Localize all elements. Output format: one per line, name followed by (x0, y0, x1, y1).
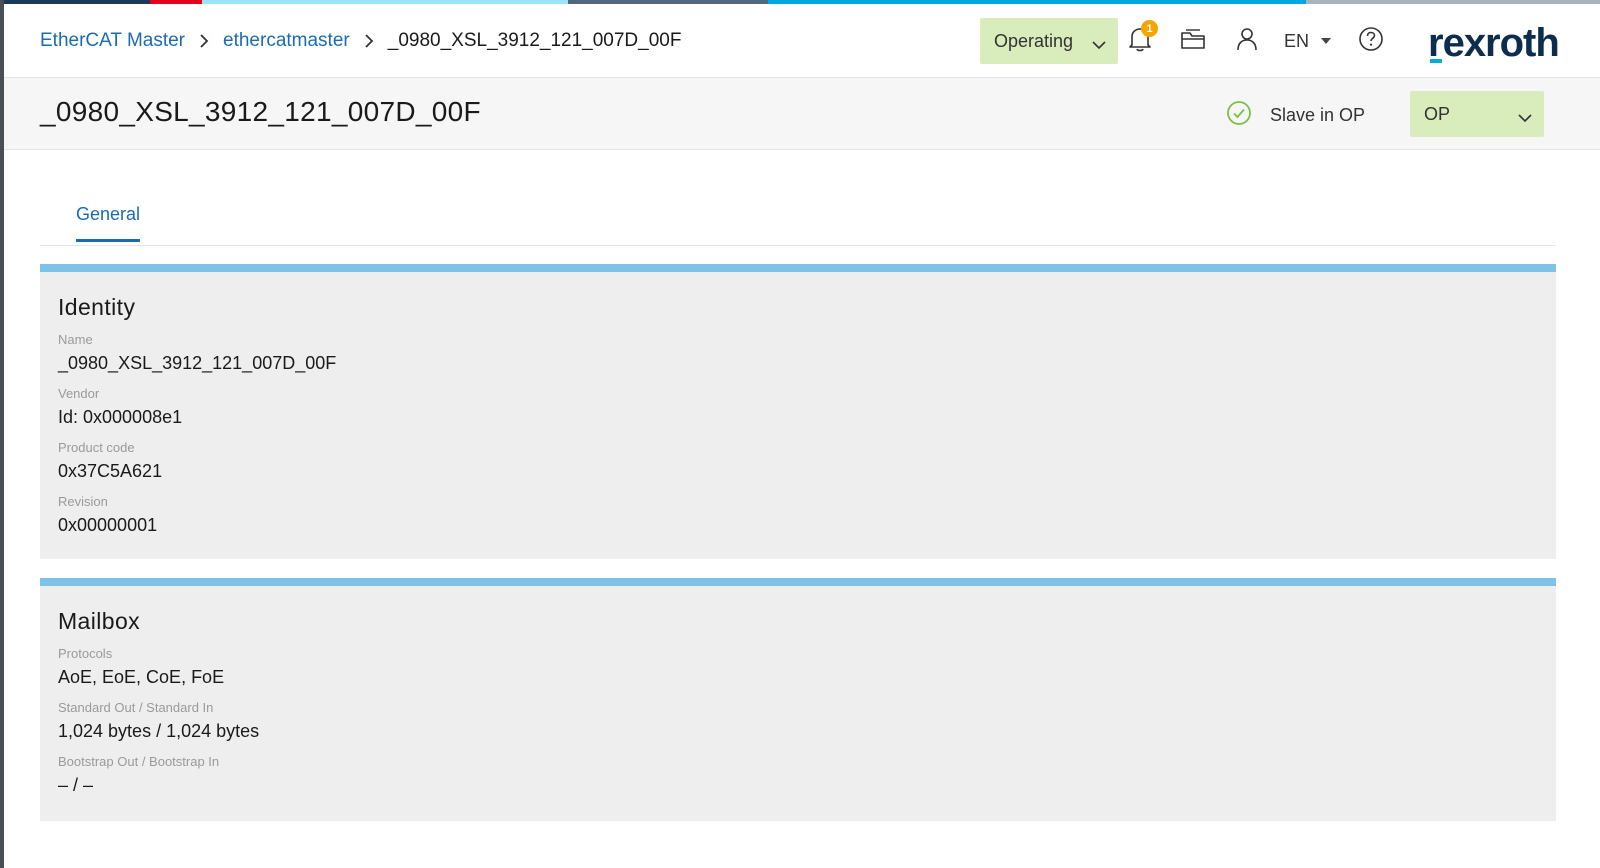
target-state-dropdown[interactable]: OP (1410, 91, 1544, 137)
field-label: Bootstrap Out / Bootstrap In (58, 754, 220, 769)
page-header: _0980_XSL_3912_121_007D_00F Slave in OP … (4, 78, 1600, 150)
operating-state-label: Operating (994, 30, 1074, 51)
field-value: Id: 0x000008e1 (58, 407, 183, 427)
notifications-button[interactable]: 1 (1122, 20, 1158, 60)
target-state-label: OP (1424, 103, 1451, 124)
chevron-right-icon (199, 34, 209, 48)
caret-down-icon (1321, 38, 1332, 44)
slave-state-text: Slave in OP (1270, 105, 1366, 125)
field-value: 1,024 bytes / 1,024 bytes (58, 721, 260, 741)
rexroth-logo: rexroth (1428, 14, 1568, 70)
chevron-down-icon (1092, 34, 1106, 55)
top-navigation-bar: EtherCAT Master ethercatmaster _0980_XSL… (4, 4, 1600, 78)
page-title: _0980_XSL_3912_121_007D_00F (40, 96, 481, 127)
help-button[interactable] (1353, 22, 1389, 60)
help-icon (1358, 26, 1384, 57)
files-button[interactable] (1175, 22, 1211, 60)
check-circle-icon (1226, 100, 1252, 131)
field-value: AoE, EoE, CoE, FoE (58, 667, 225, 687)
field-value: 0x00000001 (58, 515, 158, 535)
field-label: Name (58, 332, 93, 347)
tab-bar: General (40, 150, 1556, 246)
breadcrumb-ethercatmaster[interactable]: ethercatmaster (223, 30, 350, 52)
mailbox-section: Mailbox Protocols AoE, EoE, CoE, FoE Sta… (40, 578, 1556, 821)
identity-section: Identity Name _0980_XSL_3912_121_007D_00… (40, 264, 1556, 559)
chevron-down-icon (1518, 107, 1532, 128)
field-label: Protocols (58, 646, 113, 661)
section-title: Identity (58, 294, 136, 320)
operating-state-dropdown[interactable]: Operating (980, 18, 1118, 64)
language-selector[interactable]: EN (1284, 22, 1332, 60)
user-icon (1236, 27, 1258, 56)
field-label: Vendor (58, 386, 100, 401)
slave-state-indicator: Slave in OP (1226, 100, 1365, 131)
field-label: Standard Out / Standard In (58, 700, 214, 715)
breadcrumb-current: _0980_XSL_3912_121_007D_00F (387, 30, 682, 51)
logo-wordmark: rexroth (1428, 21, 1559, 65)
chevron-right-icon (364, 34, 374, 48)
language-label: EN (1284, 30, 1310, 51)
field-label: Revision (58, 494, 108, 509)
field-value: _0980_XSL_3912_121_007D_00F (58, 353, 337, 373)
section-title: Mailbox (58, 608, 141, 634)
breadcrumb: EtherCAT Master ethercatmaster _0980_XSL… (40, 4, 681, 78)
tab-general[interactable]: General (76, 204, 141, 242)
folder-icon (1179, 27, 1207, 56)
user-button[interactable] (1229, 22, 1265, 60)
field-label: Product code (58, 440, 135, 455)
field-value: – / – (58, 775, 94, 795)
notification-count-badge: 1 (1141, 20, 1158, 37)
field-value: 0x37C5A621 (58, 461, 163, 481)
breadcrumb-ethercat-master[interactable]: EtherCAT Master (40, 30, 185, 52)
